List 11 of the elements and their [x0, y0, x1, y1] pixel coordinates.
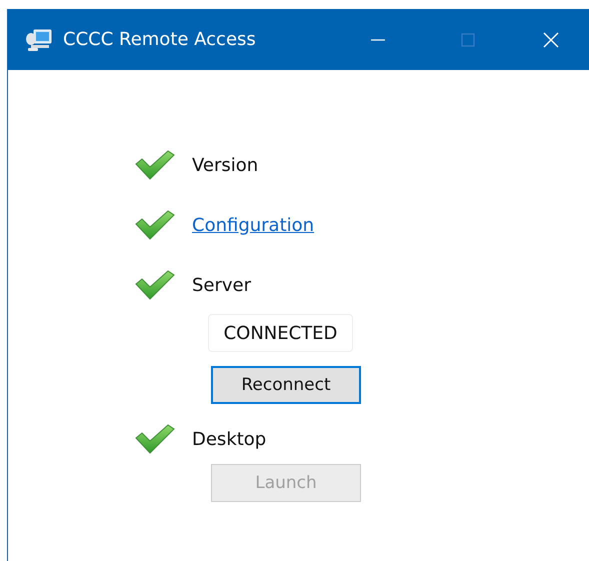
check-label: Desktop	[192, 428, 266, 450]
check-label: Version	[192, 154, 258, 176]
status-field: CONNECTED	[208, 314, 353, 352]
maximize-icon	[460, 32, 476, 48]
minimize-icon	[371, 38, 385, 40]
check-label: Server	[192, 274, 252, 296]
configuration-link[interactable]: Configuration	[192, 214, 314, 236]
window-title: CCCC Remote Access	[63, 29, 256, 50]
action-button[interactable]: Reconnect	[211, 366, 361, 404]
close-icon	[542, 30, 560, 48]
computer-icon	[25, 28, 53, 52]
